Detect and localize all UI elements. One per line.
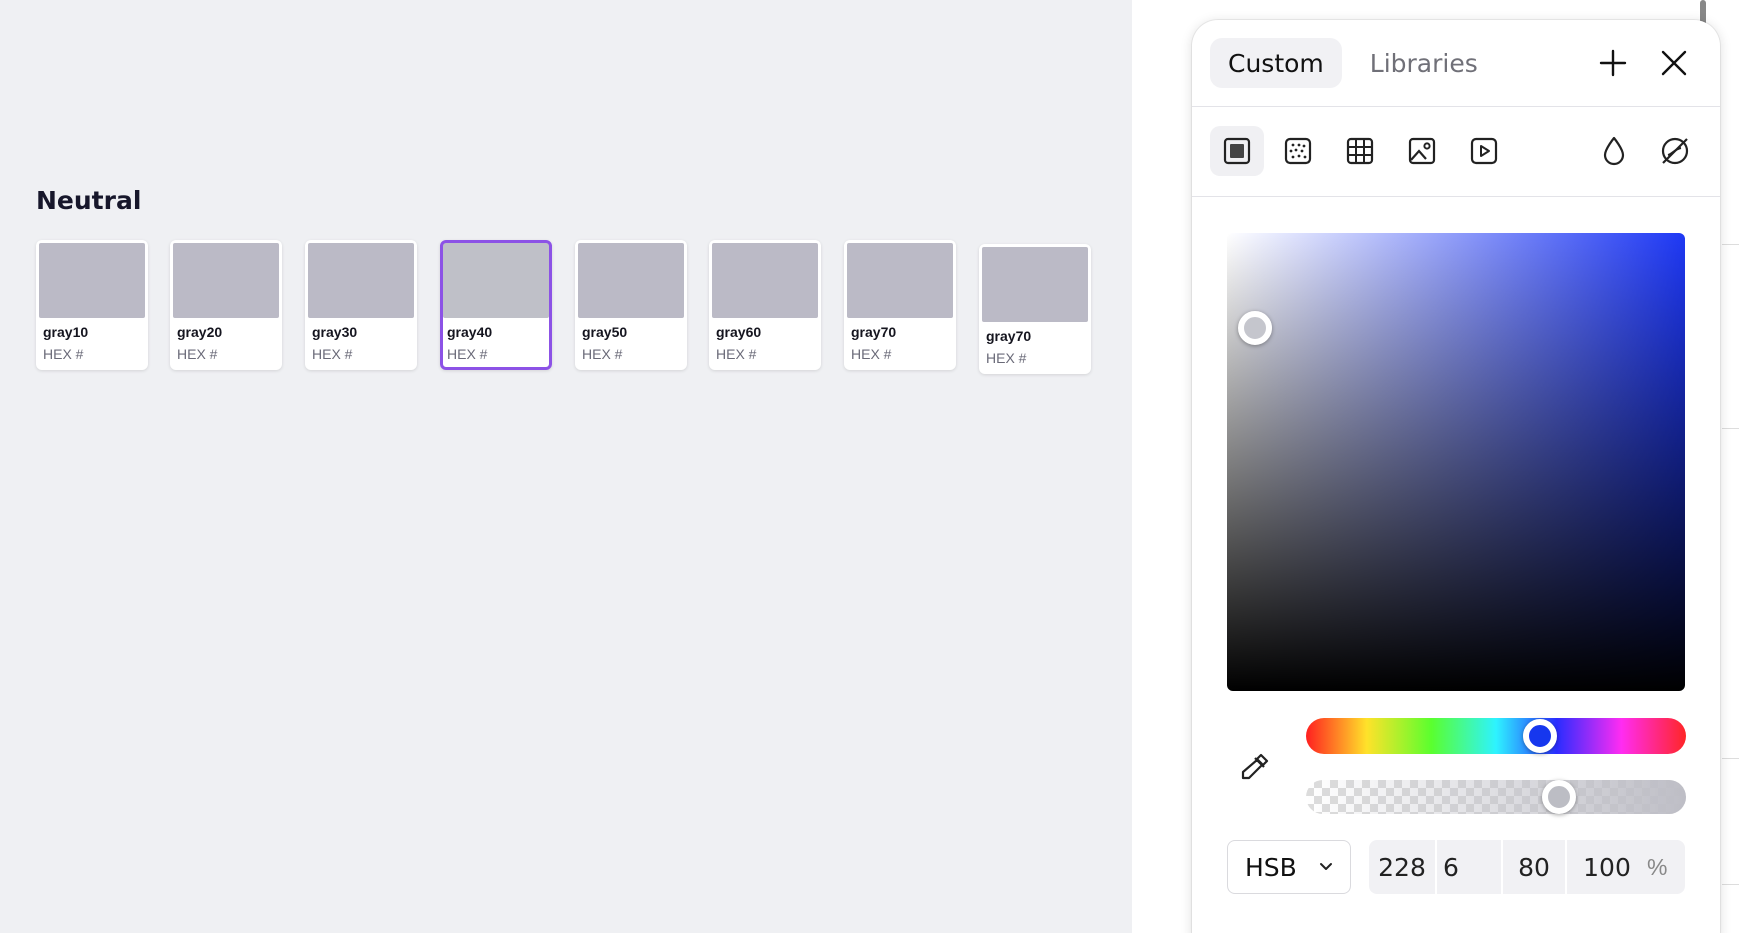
swatch-hex: HEX #: [447, 346, 488, 362]
pattern-fill-button[interactable]: [1333, 126, 1387, 176]
close-icon: [1661, 50, 1687, 76]
fill-type-bar: [1210, 126, 1702, 176]
swatch-name: gray50: [582, 324, 628, 340]
add-button[interactable]: [1594, 44, 1632, 82]
color-handle[interactable]: [1238, 311, 1272, 345]
eyedropper-icon: [1241, 753, 1269, 780]
color-chip: [712, 243, 818, 318]
image-fill-button[interactable]: [1395, 126, 1449, 176]
swatch-card[interactable]: gray60 HEX #: [709, 240, 821, 370]
chevron-down-icon: [1320, 863, 1332, 870]
color-picker-panel: Custom Libraries HSB 228 6 80 100 %: [1192, 20, 1720, 933]
toolbar-divider: [1192, 196, 1720, 197]
swatch-hex: HEX #: [986, 350, 1027, 366]
percent-unit: %: [1647, 853, 1668, 880]
swatch-name: gray30: [312, 324, 358, 340]
section-title: Neutral: [36, 186, 142, 215]
hide-fill-icon: [1661, 137, 1689, 165]
swatch-hex: HEX #: [716, 346, 757, 362]
divider: [1722, 244, 1739, 245]
tab-custom[interactable]: Custom: [1210, 38, 1342, 88]
saturation-brightness-area[interactable]: [1227, 233, 1685, 691]
color-chip: [308, 243, 414, 318]
image-fill-icon: [1408, 137, 1436, 165]
divider: [1722, 884, 1739, 885]
swatch-card[interactable]: gray70 HEX #: [844, 240, 956, 370]
noise-fill-icon: [1284, 137, 1312, 165]
color-mode-value: HSB: [1245, 852, 1297, 882]
color-values: 228 6 80 100 %: [1369, 840, 1685, 894]
solid-fill-icon: [1223, 137, 1251, 165]
canvas: Neutral gray10 HEX # gray20 HEX # gray30…: [0, 0, 1132, 933]
swatch-name: gray20: [177, 324, 223, 340]
swatch-card[interactable]: gray10 HEX #: [36, 240, 148, 370]
picker-tabs: Custom Libraries: [1210, 38, 1496, 88]
alpha-slider[interactable]: [1306, 780, 1686, 814]
brightness-input[interactable]: 80: [1503, 840, 1567, 894]
alpha-input[interactable]: 100: [1567, 840, 1647, 894]
divider: [1722, 428, 1739, 429]
color-chip: [173, 243, 279, 318]
color-chip: [847, 243, 953, 318]
swatch-hex: HEX #: [43, 346, 84, 362]
swatch-name: gray10: [43, 324, 89, 340]
alpha-handle[interactable]: [1542, 780, 1576, 814]
eyedropper-button[interactable]: [1234, 748, 1274, 788]
hue-input[interactable]: 228: [1369, 840, 1437, 894]
video-fill-icon: [1470, 137, 1498, 165]
swatch-card[interactable]: gray30 HEX #: [305, 240, 417, 370]
opacity-drop-icon: [1603, 136, 1625, 166]
hue-handle[interactable]: [1523, 719, 1557, 753]
saturation-input[interactable]: 6: [1437, 840, 1503, 894]
color-mode-select[interactable]: HSB: [1227, 840, 1351, 894]
swatch-card[interactable]: gray70 HEX #: [979, 244, 1091, 374]
swatch-card[interactable]: gray50 HEX #: [575, 240, 687, 370]
hue-slider[interactable]: [1306, 718, 1686, 754]
video-fill-button[interactable]: [1457, 126, 1511, 176]
opacity-button[interactable]: [1587, 126, 1641, 176]
tab-libraries[interactable]: Libraries: [1352, 38, 1496, 88]
header-divider: [1192, 106, 1720, 107]
swatch-name: gray40: [447, 324, 493, 340]
pattern-fill-icon: [1346, 137, 1374, 165]
color-chip: [578, 243, 684, 318]
solid-fill-button[interactable]: [1210, 126, 1264, 176]
swatch-name: gray60: [716, 324, 762, 340]
swatch-card[interactable]: gray20 HEX #: [170, 240, 282, 370]
divider: [1722, 758, 1739, 759]
hide-fill-button[interactable]: [1648, 126, 1702, 176]
color-chip: [982, 247, 1088, 322]
swatch-name: gray70: [986, 328, 1032, 344]
swatch-name: gray70: [851, 324, 897, 340]
swatch-hex: HEX #: [312, 346, 353, 362]
swatch-hex: HEX #: [851, 346, 892, 362]
swatch-hex: HEX #: [582, 346, 623, 362]
plus-icon: [1599, 49, 1627, 77]
color-chip: [39, 243, 145, 318]
close-button[interactable]: [1655, 44, 1693, 82]
noise-fill-button[interactable]: [1271, 126, 1325, 176]
color-chip: [443, 243, 549, 318]
swatch-hex: HEX #: [177, 346, 218, 362]
swatch-card-selected[interactable]: gray40 HEX #: [440, 240, 552, 370]
alpha-gradient: [1306, 780, 1686, 814]
